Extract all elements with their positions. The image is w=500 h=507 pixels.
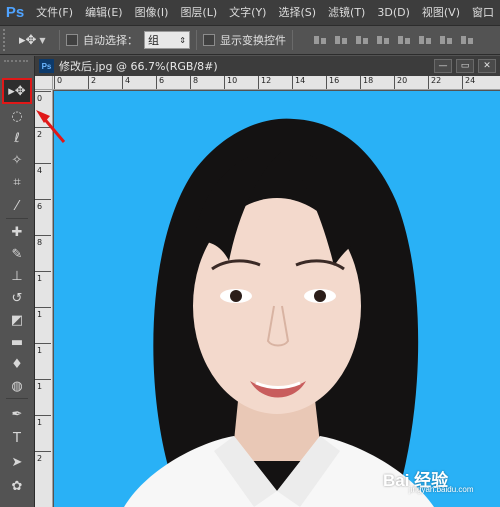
distribute-vcenter-icon[interactable] [460, 33, 474, 47]
ruler-label: 0 [53, 76, 63, 89]
menu-edit[interactable]: 编辑(E) [79, 0, 129, 25]
watermark-subtext: jingyan.baidu.com [409, 485, 474, 494]
blur-tool-icon[interactable]: ♦ [4, 354, 30, 374]
ruler-label: 4 [35, 163, 52, 175]
minimize-icon[interactable]: — [434, 59, 452, 73]
ruler-label: 14 [291, 76, 306, 89]
ruler-label: 24 [461, 76, 476, 89]
ruler-label: 2 [35, 127, 52, 139]
ruler-label: 1 [35, 343, 52, 355]
ruler-label: 22 [427, 76, 442, 89]
portrait-photo [124, 118, 434, 507]
baidu-jingyan-watermark: Bai 经验 jingyan.baidu.com [383, 458, 495, 498]
quick-select-tool-icon[interactable]: ✧ [4, 150, 30, 170]
tools-panel: ▸✥ ◌ ℓ ✧ ⌗ ⁄ ✚ ✎ ⊥ ↺ ◩ ▬ ♦ ◍ ✒ T ➤ ✿ [0, 56, 35, 507]
menu-image[interactable]: 图像(I) [129, 0, 175, 25]
show-transform-checkbox[interactable] [203, 34, 215, 46]
restore-icon[interactable]: ▭ [456, 59, 474, 73]
ruler-origin[interactable] [35, 76, 53, 90]
auto-select-dropdown[interactable]: 组 ⇕ [144, 31, 190, 49]
align-buttons [313, 33, 474, 47]
close-icon[interactable]: ✕ [478, 59, 496, 73]
divider [6, 218, 28, 219]
menu-layer[interactable]: 图层(L) [174, 0, 223, 25]
ruler-label: 4 [121, 76, 131, 89]
tool-preset-picker[interactable]: ▸✥ ▼ [19, 33, 53, 48]
distribute-top-icon[interactable] [439, 33, 453, 47]
history-brush-tool-icon[interactable]: ↺ [4, 288, 30, 308]
lasso-tool-icon[interactable]: ℓ [4, 128, 30, 148]
align-hcenter-icon[interactable] [397, 33, 411, 47]
caret-down-icon: ▼ [39, 35, 46, 45]
options-grip[interactable] [3, 29, 9, 51]
divider [196, 30, 197, 50]
move-tool-icon[interactable]: ▸✥ [2, 78, 32, 104]
ruler-label: 18 [359, 76, 374, 89]
ruler-label: 1 [35, 307, 52, 319]
ruler-label: 0 [35, 91, 52, 103]
window-controls: — ▭ ✕ [434, 59, 496, 73]
crop-tool-icon[interactable]: ⌗ [4, 172, 30, 192]
type-tool-icon[interactable]: T [4, 428, 30, 448]
auto-select-value: 组 [148, 34, 159, 47]
menu-bar: Ps 文件(F) 编辑(E) 图像(I) 图层(L) 文字(Y) 选择(S) 滤… [0, 0, 500, 25]
ruler-label: 20 [393, 76, 408, 89]
vertical-ruler[interactable]: 0 2 4 6 8 1 1 1 1 1 2 [35, 90, 53, 507]
stepper-icon: ⇕ [179, 35, 186, 45]
options-bar: ▸✥ ▼ 自动选择： 组 ⇕ 显示变换控件 [0, 25, 500, 55]
auto-select-label: 自动选择： [83, 34, 138, 47]
auto-select-checkbox[interactable] [66, 34, 78, 46]
ruler-label: 8 [35, 235, 52, 247]
ruler-label: 2 [87, 76, 97, 89]
document-canvas[interactable] [54, 91, 500, 507]
align-top-icon[interactable] [313, 33, 327, 47]
align-bottom-icon[interactable] [355, 33, 369, 47]
divider [292, 30, 293, 50]
align-vcenter-icon[interactable] [334, 33, 348, 47]
pen-tool-icon[interactable]: ✒ [4, 404, 30, 424]
eyedropper-tool-icon[interactable]: ⁄ [4, 196, 30, 216]
path-select-tool-icon[interactable]: ➤ [4, 452, 30, 472]
move-arrow-icon: ▸✥ [19, 32, 37, 48]
ruler-label: 1 [35, 379, 52, 391]
divider [59, 30, 60, 50]
menu-view[interactable]: 视图(V) [416, 0, 466, 25]
menu-filter[interactable]: 滤镜(T) [322, 0, 371, 25]
dodge-tool-icon[interactable]: ◍ [4, 376, 30, 396]
ruler-label: 1 [35, 271, 52, 283]
eraser-tool-icon[interactable]: ◩ [4, 310, 30, 330]
clone-stamp-tool-icon[interactable]: ⊥ [4, 266, 30, 286]
shape-tool-icon[interactable]: ✿ [4, 476, 30, 496]
ruler-label: 6 [155, 76, 165, 89]
toolbar-grip[interactable] [4, 60, 28, 64]
menu-3d[interactable]: 3D(D) [371, 0, 416, 25]
menu-window[interactable]: 窗口 [466, 0, 500, 25]
ruler-label: 8 [189, 76, 199, 89]
ruler-label: 10 [223, 76, 238, 89]
ruler-label: 12 [257, 76, 272, 89]
gradient-tool-icon[interactable]: ▬ [4, 332, 30, 352]
document-title: 修改后.jpg @ 66.7%(RGB/8#) [59, 60, 218, 73]
show-transform-label: 显示变换控件 [220, 34, 286, 47]
horizontal-ruler[interactable]: 0 2 4 6 8 10 12 14 16 18 20 22 24 [53, 76, 500, 90]
menu-select[interactable]: 选择(S) [272, 0, 322, 25]
photoshop-logo: Ps [5, 4, 25, 21]
ps-document-icon: Ps [39, 59, 54, 73]
align-left-icon[interactable] [376, 33, 390, 47]
brush-tool-icon[interactable]: ✎ [4, 244, 30, 264]
menu-file[interactable]: 文件(F) [30, 0, 79, 25]
ruler-label: 16 [325, 76, 340, 89]
ruler-label: 2 [35, 451, 52, 463]
divider [6, 398, 28, 399]
marquee-tool-icon[interactable]: ◌ [4, 106, 30, 126]
menu-type[interactable]: 文字(Y) [223, 0, 272, 25]
ruler-label: 6 [35, 199, 52, 211]
healing-brush-tool-icon[interactable]: ✚ [4, 222, 30, 242]
ruler-label: 1 [35, 415, 52, 427]
align-right-icon[interactable] [418, 33, 432, 47]
document-tab[interactable]: Ps 修改后.jpg @ 66.7%(RGB/8#) — ▭ ✕ [35, 56, 500, 76]
